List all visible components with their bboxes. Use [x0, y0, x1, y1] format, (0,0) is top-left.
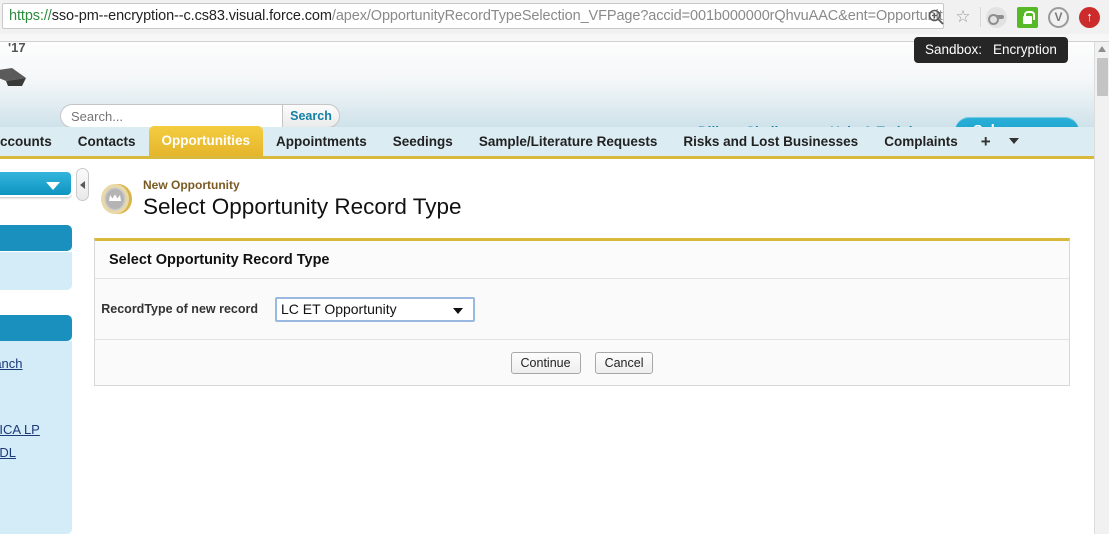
tab-complaints[interactable]: Complaints	[871, 127, 971, 156]
left-sidebar: ranch RICA LP RDL	[0, 162, 72, 534]
zoom-search-icon[interactable]	[928, 9, 944, 25]
sidebar-panel-header-1	[0, 225, 72, 251]
scrollbar-thumb[interactable]	[1097, 58, 1108, 96]
logo-year-label: '17	[8, 42, 26, 55]
record-type-label: RecordType of new record	[101, 302, 258, 316]
tab-risks-and-lost-businesses[interactable]: Risks and Lost Businesses	[670, 127, 871, 156]
sidebar-panel-body-1	[0, 252, 72, 290]
sidebar-recent-item-1[interactable]: ranch	[0, 356, 72, 371]
panel-section-title: Select Opportunity Record Type	[95, 241, 1069, 279]
sidebar-recent-item-2[interactable]: RICA LP	[0, 422, 72, 437]
tab-appointments[interactable]: Appointments	[263, 127, 380, 156]
chevron-down-icon	[46, 182, 60, 190]
app-picker-button[interactable]: Sales	[955, 117, 1079, 127]
upload-extension-icon[interactable]: ↑	[1079, 7, 1100, 28]
key-extension-icon[interactable]	[986, 7, 1007, 28]
header-right-nav: Diljaan Shaik Help & Training Sales	[698, 117, 1079, 127]
title-block: New Opportunity Select Opportunity Recor…	[143, 176, 462, 221]
add-tab-button[interactable]: +	[971, 127, 1001, 156]
tab-contacts[interactable]: Contacts	[65, 127, 149, 156]
sidebar-panel-header-2	[0, 315, 72, 341]
page-title-row: New Opportunity Select Opportunity Recor…	[98, 176, 462, 221]
cancel-button[interactable]: Cancel	[594, 351, 654, 374]
tab-accounts[interactable]: ccounts	[0, 127, 65, 156]
sandbox-label: Sandbox:	[925, 42, 983, 57]
toolbar-divider	[980, 7, 981, 27]
chevron-down-icon	[1008, 138, 1019, 144]
main-content: New Opportunity Select Opportunity Recor…	[94, 162, 1094, 534]
record-type-panel: Select Opportunity Record Type RecordTyp…	[94, 238, 1070, 386]
browser-toolbar: https://sso-pm--encryption--c.cs83.visua…	[0, 0, 1109, 34]
more-tabs-button[interactable]	[1001, 127, 1033, 156]
tab-opportunities[interactable]: Opportunities	[148, 126, 264, 156]
page-eyebrow: New Opportunity	[143, 178, 240, 192]
page-title: Select Opportunity Record Type	[143, 194, 462, 219]
search-input[interactable]	[60, 104, 282, 127]
green-padlock-icon[interactable]	[1017, 7, 1038, 28]
panel-body: RecordType of new record LC ET Opportuni…	[95, 279, 1069, 340]
tab-bar: ccounts Contacts Opportunities Appointme…	[0, 126, 1094, 159]
url-path: /apex/OpportunityRecordTypeSelection_VFP…	[331, 8, 944, 24]
url-scheme: https://	[9, 8, 52, 24]
scroll-up-arrow-icon[interactable]	[1098, 46, 1106, 52]
record-type-select-wrap: LC ET Opportunity	[275, 296, 475, 322]
record-type-select[interactable]: LC ET Opportunity	[275, 296, 475, 322]
tab-seedings[interactable]: Seedings	[380, 127, 466, 156]
sandbox-value: Encryption	[993, 42, 1057, 57]
sandbox-badge: Sandbox: Encryption	[914, 37, 1068, 63]
panel-footer: Continue Cancel	[95, 340, 1069, 385]
v-extension-icon[interactable]: V	[1048, 7, 1069, 28]
sidebar-collapse-handle[interactable]	[76, 168, 89, 201]
search-button[interactable]: Search	[282, 104, 340, 127]
tab-sample-literature-requests[interactable]: Sample/Literature Requests	[466, 127, 671, 156]
page-scrollbar[interactable]	[1094, 42, 1109, 534]
global-search: Search	[60, 104, 340, 127]
address-bar[interactable]: https://sso-pm--encryption--c.cs83.visua…	[2, 3, 944, 29]
continue-button[interactable]: Continue	[510, 351, 581, 374]
company-logo-icon	[0, 68, 26, 86]
sidebar-dropdown-button[interactable]	[0, 170, 72, 197]
opportunity-coin-icon	[101, 183, 132, 214]
url-host: sso-pm--encryption--c.cs83.visual.force.…	[51, 8, 332, 24]
bookmark-star-icon[interactable]: ☆	[954, 8, 972, 26]
sidebar-recent-item-3[interactable]: RDL	[0, 445, 72, 460]
